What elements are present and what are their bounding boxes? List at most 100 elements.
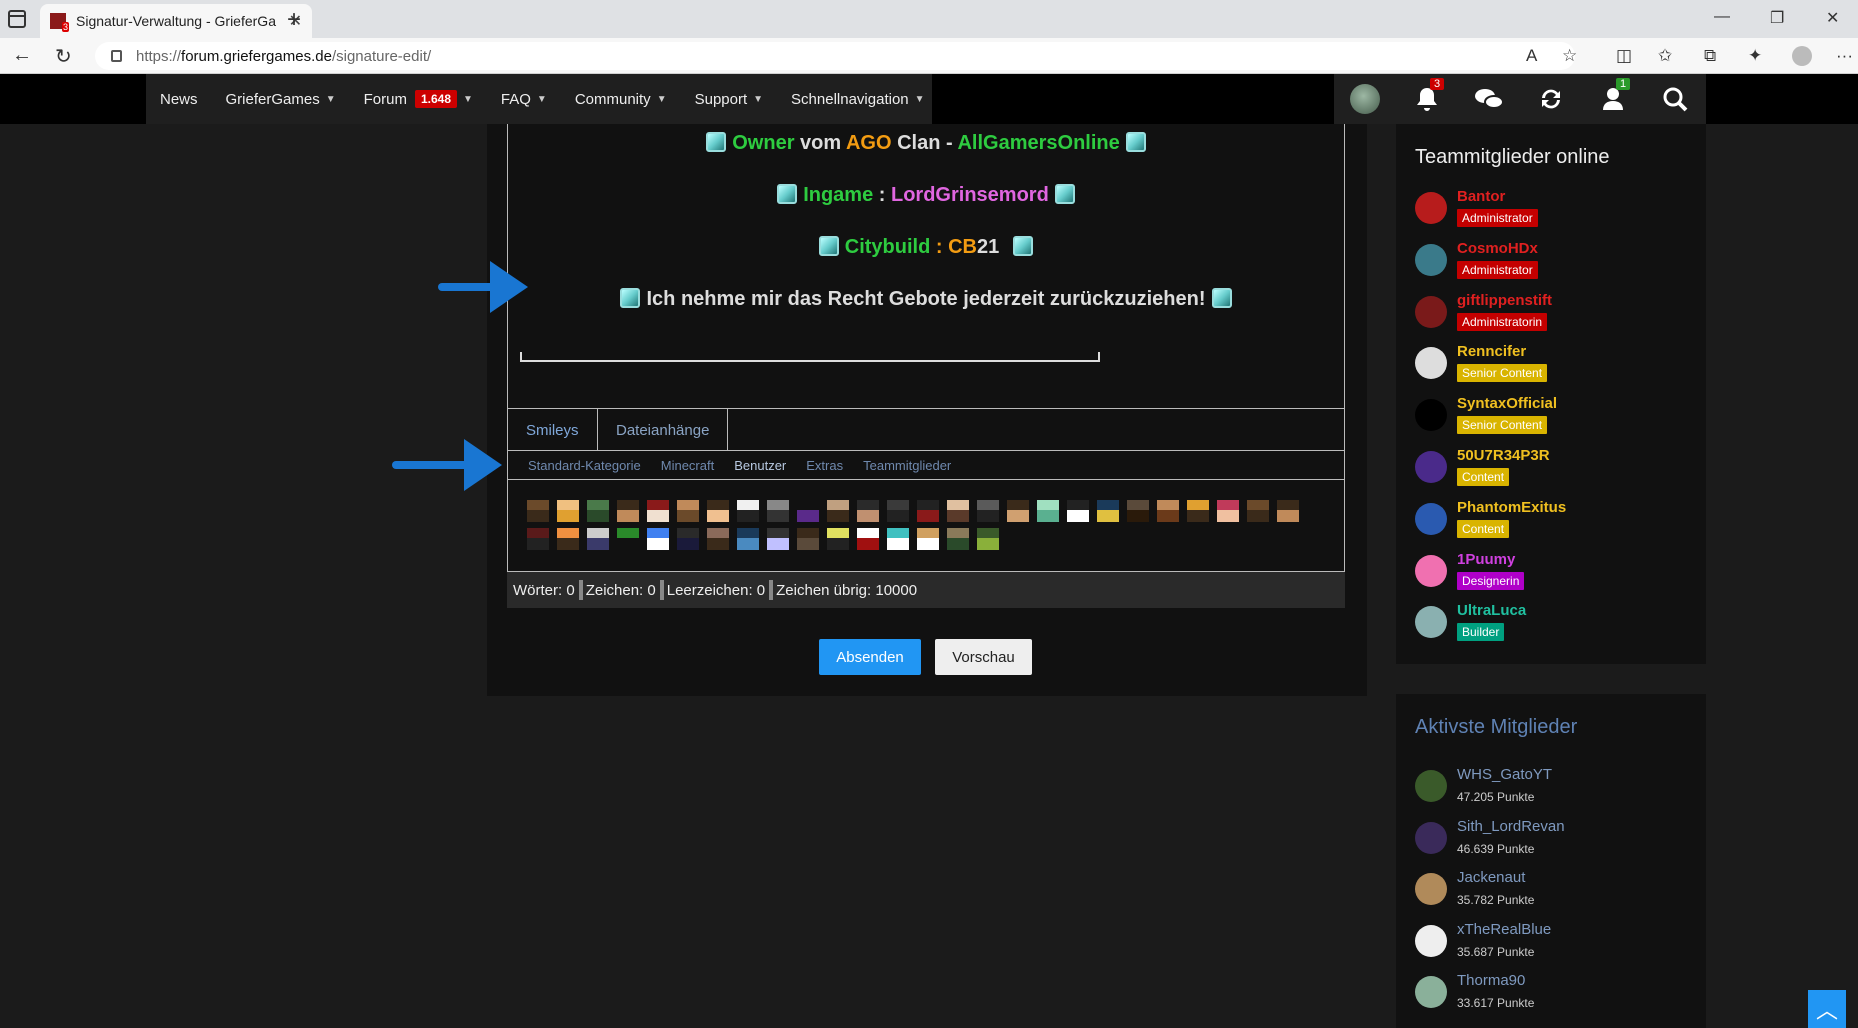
smiley-item[interactable] — [617, 528, 639, 550]
smiley-item[interactable] — [1247, 500, 1269, 522]
member-name[interactable]: PhantomExitus — [1457, 499, 1566, 516]
new-tab-icon[interactable]: + — [287, 6, 301, 34]
smiley-item[interactable] — [947, 500, 969, 522]
nav-griefergames[interactable]: GrieferGames ▼ — [212, 74, 350, 124]
smiley-item[interactable] — [707, 500, 729, 522]
category-standard[interactable]: Standard-Kategorie — [528, 458, 641, 473]
smiley-item[interactable] — [887, 528, 909, 550]
avatar[interactable] — [1415, 821, 1447, 854]
smiley-item[interactable] — [917, 528, 939, 550]
sync-button[interactable] — [1520, 74, 1582, 124]
category-minecraft[interactable]: Minecraft — [661, 458, 714, 473]
profile-icon[interactable] — [1792, 46, 1812, 66]
avatar[interactable] — [1415, 399, 1447, 432]
member-name[interactable]: Bantor — [1457, 188, 1505, 205]
smiley-item[interactable] — [917, 500, 939, 522]
smiley-item[interactable] — [677, 500, 699, 522]
avatar[interactable] — [1415, 451, 1447, 483]
nav-schnellnavigation[interactable]: Schnellnavigation ▼ — [777, 74, 939, 124]
smiley-item[interactable] — [1007, 500, 1029, 522]
nav-support[interactable]: Support ▼ — [681, 74, 777, 124]
smiley-item[interactable] — [797, 528, 819, 550]
scroll-to-top-button[interactable]: ︿ — [1808, 990, 1846, 1028]
submit-button[interactable]: Absenden — [819, 639, 921, 675]
member-name[interactable]: 1Puumy — [1457, 551, 1515, 568]
smiley-item[interactable] — [1217, 500, 1239, 522]
back-icon[interactable]: ← — [12, 44, 32, 67]
smiley-item[interactable] — [827, 500, 849, 522]
nav-forum[interactable]: Forum 1.648 ▼ — [350, 74, 487, 124]
smiley-item[interactable] — [827, 528, 849, 550]
read-aloud-icon[interactable]: A — [1526, 46, 1537, 66]
smiley-item[interactable] — [857, 500, 879, 522]
split-screen-icon[interactable]: ◫ — [1616, 46, 1632, 66]
smiley-item[interactable] — [1037, 500, 1059, 522]
nav-community[interactable]: Community ▼ — [561, 74, 681, 124]
avatar[interactable] — [1415, 606, 1447, 639]
avatar[interactable] — [1415, 502, 1447, 535]
favorites-icon[interactable]: ✩ — [1658, 46, 1672, 66]
more-menu-icon[interactable]: ··· — [1836, 46, 1853, 66]
window-close-icon[interactable]: ✕ — [1826, 8, 1839, 28]
member-name[interactable]: Renncifer — [1457, 343, 1526, 360]
category-teammitglieder[interactable]: Teammitglieder — [863, 458, 951, 473]
smiley-item[interactable] — [767, 500, 789, 522]
signature-preview[interactable]: Owner vom AGO Clan - AllGamersOnline Ing… — [507, 124, 1345, 409]
search-button[interactable] — [1644, 74, 1706, 124]
browser-tab[interactable]: Signatur-Verwaltung - GrieferGa ✕ — [40, 4, 312, 38]
smiley-item[interactable] — [557, 528, 579, 550]
favorite-star-icon[interactable]: ☆ — [1562, 46, 1577, 66]
avatar[interactable] — [1415, 192, 1447, 224]
smiley-item[interactable] — [527, 500, 549, 522]
smiley-item[interactable] — [1127, 500, 1149, 522]
smiley-item[interactable] — [797, 500, 819, 522]
avatar[interactable] — [1415, 295, 1447, 328]
member-name[interactable]: UltraLuca — [1457, 602, 1526, 619]
extension-icon[interactable]: ✦ — [1748, 46, 1762, 66]
smiley-item[interactable] — [977, 500, 999, 522]
tab-actions-icon[interactable] — [8, 10, 26, 28]
smiley-item[interactable] — [947, 528, 969, 550]
avatar[interactable] — [1415, 347, 1447, 380]
preview-button[interactable]: Vorschau — [935, 639, 1032, 675]
category-benutzer[interactable]: Benutzer — [734, 458, 786, 473]
smiley-item[interactable] — [557, 500, 579, 522]
member-name[interactable]: Jackenaut — [1457, 869, 1525, 886]
refresh-icon[interactable]: ↻ — [55, 44, 72, 69]
smiley-item[interactable] — [527, 528, 549, 550]
tab-attachments[interactable]: Dateianhänge — [598, 409, 729, 451]
avatar[interactable] — [1415, 924, 1447, 957]
avatar[interactable] — [1415, 873, 1447, 905]
smiley-item[interactable] — [677, 528, 699, 550]
smiley-item[interactable] — [857, 528, 879, 550]
smiley-item[interactable] — [977, 528, 999, 550]
restore-icon[interactable]: ❐ — [1770, 8, 1784, 28]
smiley-item[interactable] — [707, 528, 729, 550]
user-avatar-menu[interactable] — [1334, 74, 1396, 124]
smiley-item[interactable] — [1277, 500, 1299, 522]
member-name[interactable]: Sith_LordRevan — [1457, 818, 1565, 835]
member-name[interactable]: CosmoHDx — [1457, 240, 1538, 257]
member-name[interactable]: Thorma90 — [1457, 972, 1525, 989]
minimize-icon[interactable]: — — [1714, 8, 1730, 26]
smiley-item[interactable] — [767, 528, 789, 550]
smiley-item[interactable] — [737, 500, 759, 522]
member-name[interactable]: giftlippenstift — [1457, 292, 1552, 309]
member-name[interactable]: WHS_GatoYT — [1457, 766, 1552, 783]
avatar[interactable] — [1415, 976, 1447, 1008]
nav-faq[interactable]: FAQ ▼ — [487, 74, 561, 124]
smiley-item[interactable] — [1097, 500, 1119, 522]
smiley-item[interactable] — [617, 500, 639, 522]
smiley-item[interactable] — [1067, 500, 1089, 522]
smiley-item[interactable] — [887, 500, 909, 522]
smiley-item[interactable] — [587, 528, 609, 550]
member-name[interactable]: 50U7R34P3R — [1457, 447, 1550, 464]
smiley-item[interactable] — [1157, 500, 1179, 522]
member-name[interactable]: SyntaxOfficial — [1457, 395, 1557, 412]
smiley-item[interactable] — [647, 528, 669, 550]
avatar[interactable] — [1415, 770, 1447, 802]
smiley-item[interactable] — [1187, 500, 1209, 522]
friend-requests-button[interactable]: 1 — [1582, 74, 1644, 124]
member-name[interactable]: xTheRealBlue — [1457, 921, 1551, 938]
smiley-item[interactable] — [587, 500, 609, 522]
